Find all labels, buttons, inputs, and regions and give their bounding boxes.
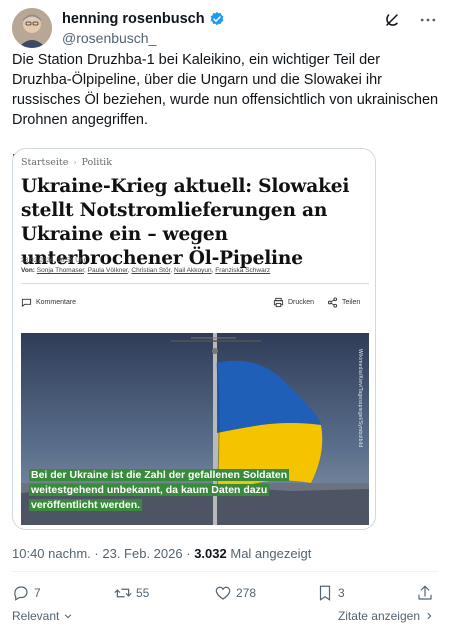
image-caption-text: Bei der Ukraine ist die Zahl der gefalle… [29,469,290,511]
share-label: Teilen [342,299,361,306]
divider [21,283,369,284]
author-link: Christian Stör [131,267,171,274]
verified-badge-icon [209,11,225,27]
tweet-share-icon [418,585,432,600]
image-caption: Bei der Ukraine ist die Zahl der gefalle… [29,468,329,513]
print-label: Drucken [288,299,315,306]
replies-footer: Relevant Zitate anzeigen [12,609,438,627]
article-authors: Von: Sonja Thomaser, Paula Völkner, Chri… [21,267,271,274]
chevron-down-icon [65,614,72,619]
grok-icon[interactable] [382,10,402,30]
comments-action: Kommentare [21,297,76,308]
quotes-label: Zitate anzeigen [337,609,420,623]
views-label: Mal angezeigt [230,546,312,561]
article-actions: Kommentare Drucken Teilen [21,297,369,311]
author-link: Nail Akkoyun [174,267,212,274]
like-button[interactable]: 278 [214,584,256,602]
bookmark-count: 3 [338,586,345,600]
share-button[interactable] [416,584,434,602]
like-count: 278 [236,586,257,600]
reply-button[interactable]: 7 [12,584,41,602]
authors-label: Von: [21,267,35,274]
author-handle[interactable]: @rosenbusch_ [62,30,156,46]
print-icon [273,297,284,308]
chevron-right-icon [427,612,432,620]
article-date: 23.02.2026, 16:59 Uhr [21,257,86,264]
author-link: Franziska Schwarz [215,267,271,274]
share-action: Teilen [327,297,360,308]
comment-icon [21,298,32,308]
breadcrumb-item-home: Startseite [21,157,69,168]
repost-count: 55 [136,586,150,600]
link-preview-card[interactable]: Startseite › Politik Ukraine-Krieg aktue… [12,148,376,530]
repost-icon [114,588,132,598]
more-icon[interactable] [418,10,438,30]
breadcrumb-item-section: Politik [81,157,112,168]
separator-dot: · [94,546,99,561]
author-display-name[interactable]: henning rosenbusch [62,11,205,27]
sort-label: Relevant [12,609,60,623]
reply-count: 7 [34,586,41,600]
comments-label: Kommentare [36,299,77,306]
image-credit: Wikimedia/Kiev/Tagesspiegel/Symbolbild [357,349,363,448]
separator-dot: · [186,546,191,561]
divider [12,571,438,572]
print-action: Drucken [273,297,314,308]
breadcrumb: Startseite › Politik [21,157,112,168]
article-image: Wikimedia/Kiev/Tagesspiegel/Symbolbild B… [21,333,369,525]
author-link: Sonja Thomaser [36,267,84,274]
bookmark-button[interactable]: 3 [316,584,345,602]
view-quotes-link[interactable]: Zitate anzeigen [338,609,434,623]
tweet-timestamp: 10:40 nachm. · 23. Feb. 2026 · 3.032 Mal… [12,546,311,561]
bookmark-icon [319,585,331,601]
share-icon [327,297,338,308]
breadcrumb-separator-icon: › [73,158,77,167]
tweet-date[interactable]: 23. Feb. 2026 [102,546,182,561]
reply-icon [14,586,28,601]
repost-button[interactable]: 55 [114,584,149,602]
like-icon [215,586,231,600]
views-count: 3.032 [194,546,227,561]
tweet-time[interactable]: 10:40 nachm. [12,546,91,561]
avatar[interactable] [12,8,52,48]
sort-dropdown[interactable]: Relevant [12,609,73,623]
author-link: Paula Völkner [87,267,128,274]
tweet-header: henning rosenbusch @rosenbusch_ [12,8,438,48]
engagement-bar: 7 55 278 3 [12,584,438,604]
